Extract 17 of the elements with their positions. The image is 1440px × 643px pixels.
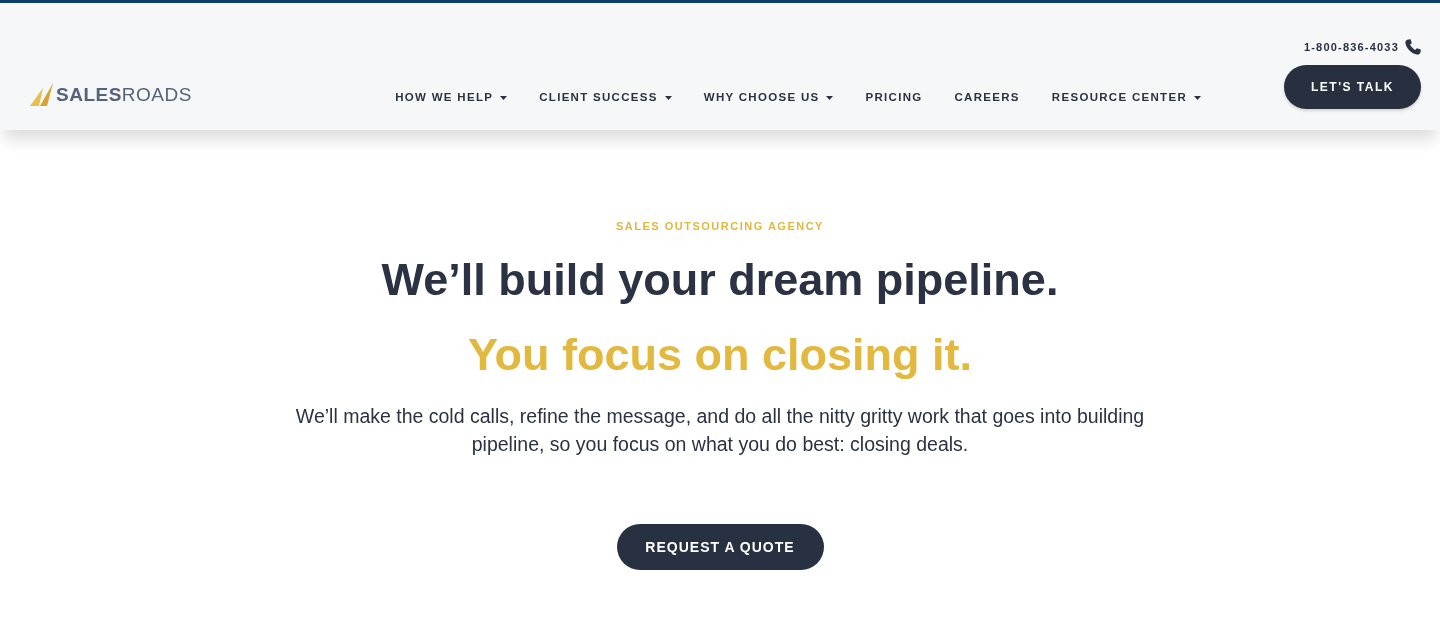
nav-link[interactable]: HOW WE HELP: [395, 89, 508, 107]
nav-link[interactable]: CLIENT SUCCESS: [539, 89, 672, 107]
nav-link[interactable]: RESOURCE CENTER: [1051, 89, 1201, 107]
nav-link[interactable]: PRICING: [865, 89, 923, 107]
phone-icon: [1405, 39, 1421, 56]
logo-link[interactable]: SALESROADS: [30, 83, 192, 106]
logo-wordmark: SALESROADS: [56, 83, 192, 106]
request-quote-button[interactable]: REQUEST A QUOTE: [616, 524, 824, 570]
logo-icon: [30, 83, 54, 106]
hero-description: We’ll make the cold calls, refine the message, and do all the nitty gritty work that goes into building pipeline, so you focus on what you do best: closing deals.: [294, 404, 1146, 457]
lets-talk-button[interactable]: LET'S TALK: [1284, 64, 1421, 109]
eyebrow-text: SALES OUTSOURCING AGENCY: [616, 219, 824, 234]
hero-headline: We’ll build your dream pipeline.: [381, 253, 1059, 307]
hero-subheadline: You focus on closing it.: [467, 328, 973, 382]
nav-link[interactable]: WHY CHOOSE US: [703, 89, 834, 107]
nav-link[interactable]: CAREERS: [954, 89, 1020, 107]
phone-link[interactable]: 1-800-836-4033: [1303, 39, 1421, 56]
